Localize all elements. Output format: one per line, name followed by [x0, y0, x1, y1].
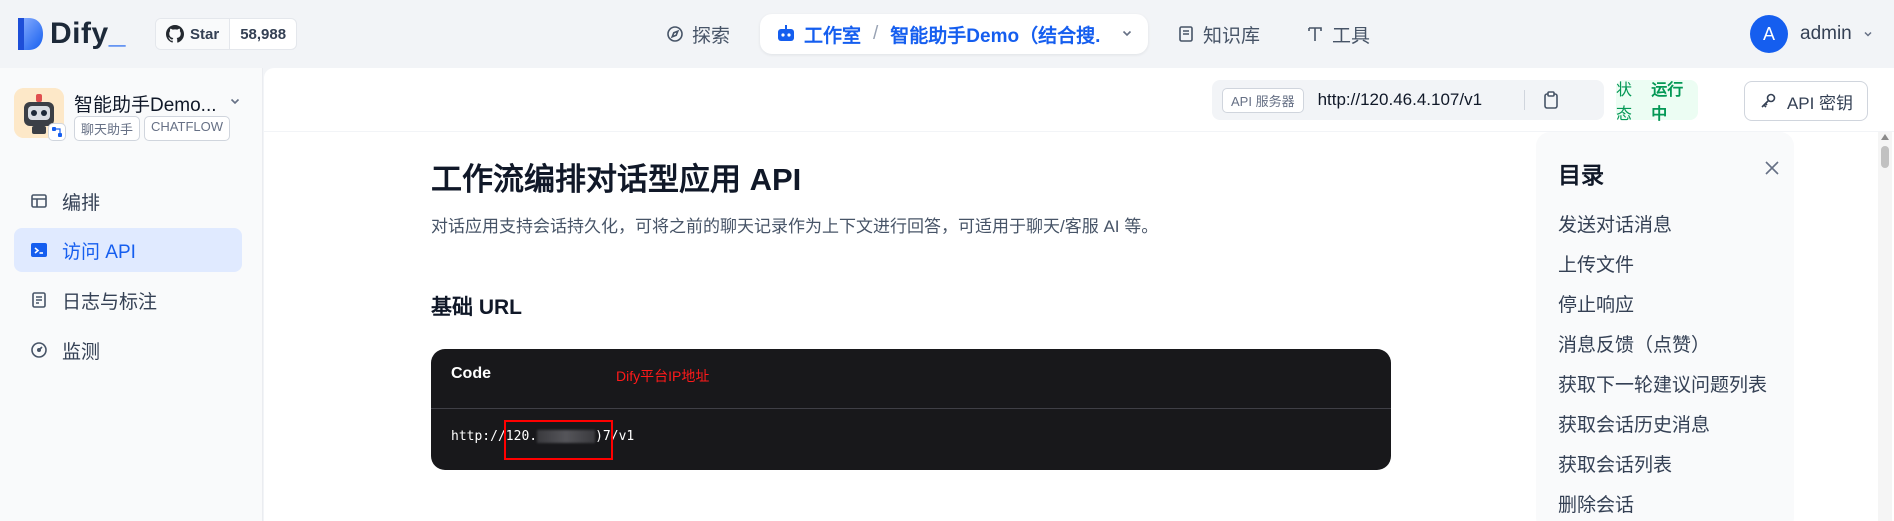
divider [1524, 90, 1525, 110]
toc-item[interactable]: 停止响应 [1558, 290, 1634, 317]
brand-name: Dify_ [50, 17, 126, 50]
close-icon[interactable] [1764, 160, 1780, 176]
terminal-icon [31, 243, 47, 257]
sidebar-item-monitoring[interactable]: 监测 [14, 328, 242, 372]
robot-icon [778, 25, 794, 41]
github-icon [166, 25, 184, 43]
chevron-down-icon[interactable] [1120, 26, 1134, 40]
annotation-highlight-box [504, 420, 613, 460]
api-key-button[interactable]: API 密钥 [1744, 81, 1868, 121]
chevron-down-icon [1864, 31, 1872, 37]
code-block: Code Dify平台IP地址 http://120.)7/v1 [431, 349, 1391, 470]
app-mode-tag: 聊天助手 [74, 116, 141, 141]
toc-item[interactable]: 获取下一轮建议问题列表 [1558, 370, 1767, 397]
hammer-icon [1308, 27, 1322, 41]
dify-logo-icon [16, 17, 44, 51]
table-of-contents: 目录 发送对话消息 上传文件 停止响应 消息反馈（点赞） 获取下一轮建议问题列表… [1536, 132, 1794, 521]
file-list-icon [32, 292, 46, 308]
github-star-button[interactable]: Star 58,988 [155, 18, 298, 50]
scrollbar[interactable] [1878, 132, 1892, 521]
status-badge: 状态 运行中 [1616, 80, 1698, 123]
api-server-label: API 服务器 [1222, 87, 1304, 113]
sidebar-item-logs[interactable]: 日志与标注 [14, 278, 242, 322]
compass-icon [667, 26, 683, 42]
toc-item[interactable]: 删除会话 [1558, 490, 1634, 517]
sidebar: 智能助手Demo... 聊天助手 CHATFLOW 编排 访问 API 日志与标… [0, 68, 263, 521]
toc-item[interactable]: 消息反馈（点赞） [1558, 330, 1710, 357]
api-server-box: API 服务器 http://120.46.4.107/v1 [1212, 80, 1604, 120]
base-url-heading: 基础 URL [431, 296, 522, 319]
chatflow-badge-icon [48, 123, 66, 141]
toc-title: 目录 [1558, 162, 1604, 188]
book-icon [1179, 26, 1193, 42]
code-label: Code [451, 365, 491, 382]
layout-icon [31, 194, 47, 208]
nav-knowledge[interactable]: 知识库 [1177, 14, 1260, 54]
app-name[interactable]: 智能助手Demo... [74, 90, 217, 117]
page-description: 对话应用支持会话持久化，可将之前的聊天记录作为上下文进行回答，可适用于聊天/客服… [431, 217, 1159, 236]
dashboard-icon [31, 342, 47, 358]
breadcrumb-separator: / [873, 23, 879, 44]
sidebar-item-orchestrate[interactable]: 编排 [14, 179, 242, 223]
user-menu[interactable]: A admin [1750, 14, 1874, 54]
api-server-bar: API 服务器 http://120.46.4.107/v1 状态 运行中 API… [264, 68, 1894, 132]
key-icon [1761, 93, 1776, 108]
page-title: 工作流编排对话型应用 API [431, 162, 802, 197]
github-star-label: Star [190, 25, 220, 43]
avatar: A [1750, 15, 1788, 53]
nav-explore[interactable]: 探索 [666, 14, 730, 54]
top-bar: Dify_ Star 58,988 探索 工作室 / 智能助手Demo（结合搜.… [0, 0, 1894, 68]
toc-item[interactable]: 上传文件 [1558, 250, 1634, 277]
api-server-url[interactable]: http://120.46.4.107/v1 [1318, 90, 1482, 110]
app-type-tag: CHATFLOW [144, 116, 230, 141]
scroll-up-arrow-icon[interactable] [1881, 134, 1889, 140]
toc-item[interactable]: 获取会话历史消息 [1558, 410, 1710, 437]
copy-icon[interactable] [1542, 90, 1560, 110]
github-star-count: 58,988 [240, 25, 287, 43]
user-name: admin [1800, 23, 1852, 44]
nav-studio-breadcrumb[interactable]: 工作室 / 智能助手Demo（结合搜... [760, 14, 1148, 54]
toc-item[interactable]: 获取会话列表 [1558, 450, 1672, 477]
dify-logo[interactable]: Dify_ [16, 16, 126, 52]
chevron-down-icon[interactable] [228, 94, 242, 108]
toc-item[interactable]: 发送对话消息 [1558, 210, 1672, 237]
nav-tools[interactable]: 工具 [1306, 14, 1370, 54]
scrollbar-thumb[interactable] [1881, 146, 1889, 168]
sidebar-item-api-access[interactable]: 访问 API [14, 228, 242, 272]
nav-current-app[interactable]: 智能助手Demo（结合搜... [890, 21, 1100, 48]
main-panel: API 服务器 http://120.46.4.107/v1 状态 运行中 API… [264, 68, 1894, 521]
nav-studio[interactable]: 工作室 [804, 21, 861, 48]
annotation-text: Dify平台IP地址 [616, 368, 710, 384]
